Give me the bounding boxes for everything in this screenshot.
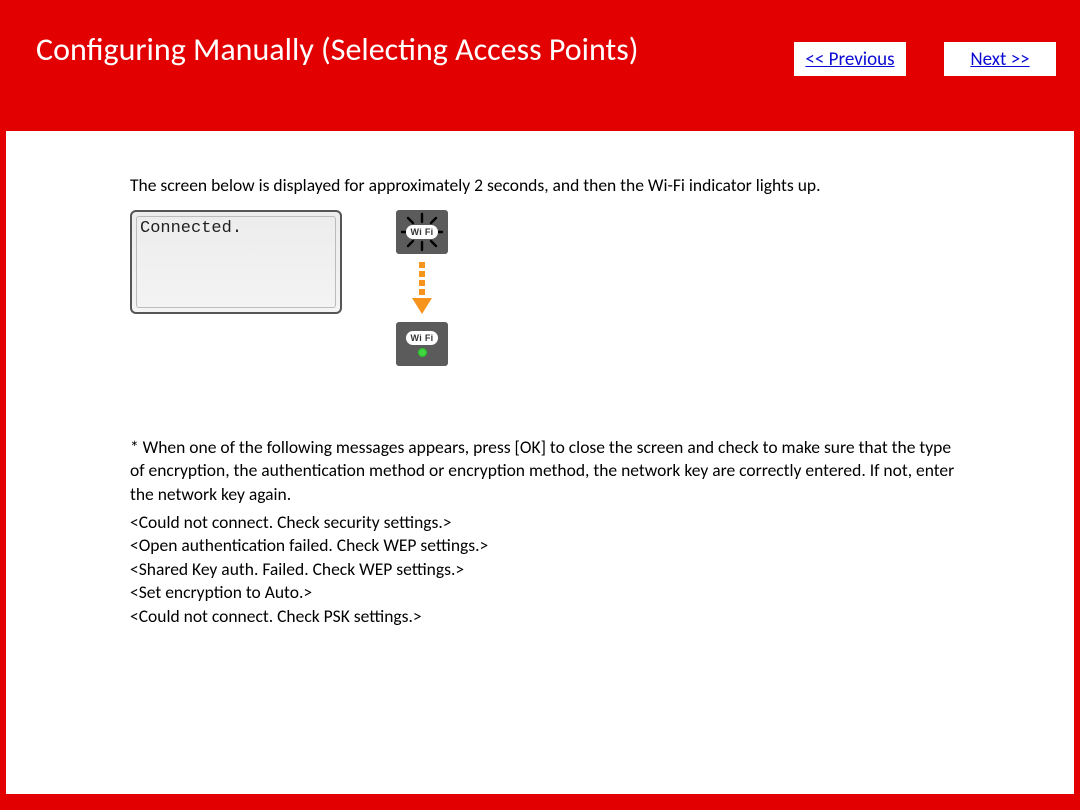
- wifi-led-icon: [418, 348, 427, 357]
- error-message: <Set encryption to Auto.>: [130, 581, 960, 605]
- previous-button[interactable]: << Previous: [794, 42, 906, 76]
- next-button[interactable]: Next >>: [944, 42, 1056, 76]
- page-number: 45: [1047, 769, 1064, 790]
- illustration-row: Connected. Wi Fi: [130, 210, 960, 366]
- intro-text: The screen below is displayed for approx…: [130, 174, 960, 198]
- note-block: * When one of the following messages app…: [130, 436, 960, 629]
- wifi-icon-flashing: Wi Fi: [396, 210, 448, 254]
- wifi-indicator-column: Wi Fi Wi Fi: [392, 210, 452, 366]
- note-paragraph: * When one of the following messages app…: [130, 436, 960, 507]
- wifi-icon-on: Wi Fi: [396, 322, 448, 366]
- border-left: [0, 131, 6, 810]
- border-right: [1074, 131, 1080, 810]
- arrow-down-icon: [408, 260, 436, 316]
- wifi-label-bottom: Wi Fi: [406, 331, 439, 345]
- wifi-label-top: Wi Fi: [406, 225, 439, 239]
- error-message: <Could not connect. Check PSK settings.>: [130, 605, 960, 629]
- error-message: <Could not connect. Check security setti…: [130, 511, 960, 535]
- error-message: <Shared Key auth. Failed. Check WEP sett…: [130, 558, 960, 582]
- lcd-text: Connected.: [140, 219, 242, 238]
- page-title: Configuring Manually (Selecting Access P…: [36, 30, 638, 69]
- lcd-screen: Connected.: [130, 210, 342, 314]
- error-message: <Open authentication failed. Check WEP s…: [130, 534, 960, 558]
- border-bottom: [0, 794, 1080, 810]
- content-area: The screen below is displayed for approx…: [130, 174, 960, 629]
